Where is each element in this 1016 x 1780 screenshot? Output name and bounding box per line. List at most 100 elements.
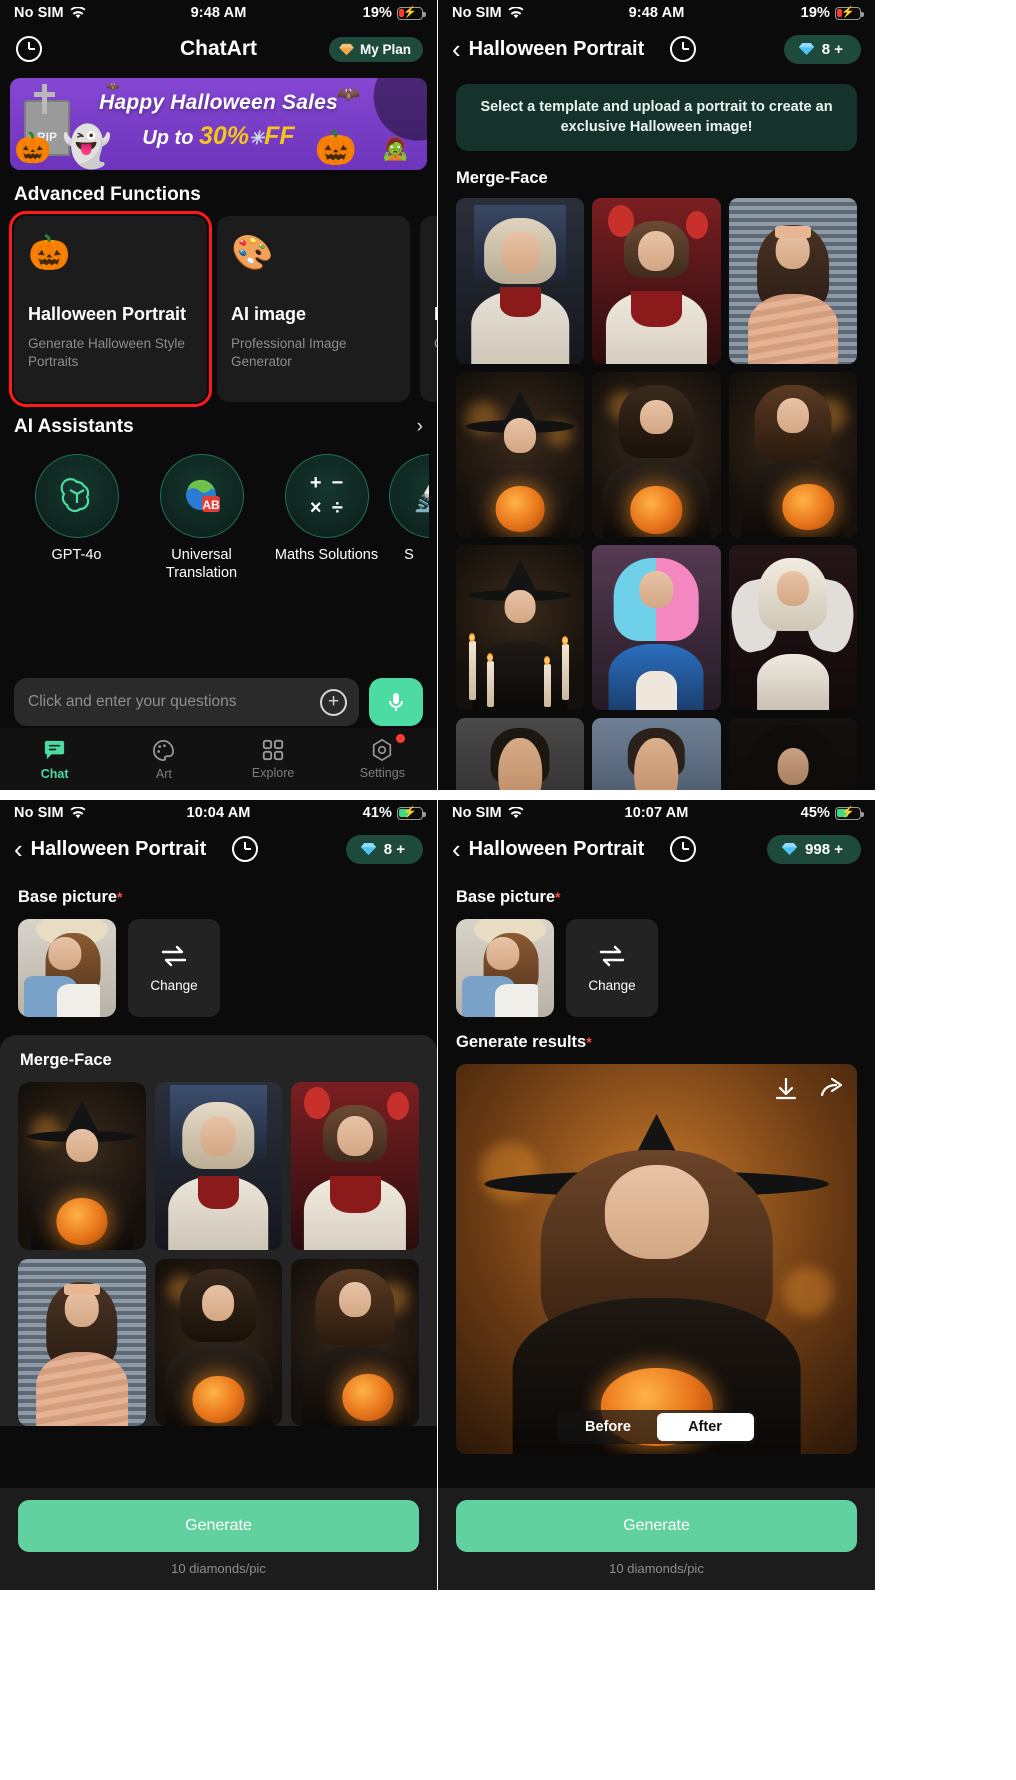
function-desc: Professional Image Generator: [231, 336, 347, 370]
merge-template-bride-stained-glass[interactable]: [154, 1082, 283, 1250]
assistant-partial[interactable]: 🔬 S: [389, 454, 429, 582]
tab-art[interactable]: Art: [109, 728, 218, 790]
base-picture-label: Base picture*: [0, 872, 437, 919]
function-card-partial[interactable]: 🖼 Im Ch: [420, 216, 437, 402]
openai-icon: [34, 454, 119, 538]
function-card-ai-image[interactable]: 🎨 AI image Professional Image Generator: [217, 216, 410, 402]
chat-composer: Click and enter your questions +: [0, 678, 437, 726]
template-mummy-blinds[interactable]: [728, 198, 857, 364]
change-base-picture-button[interactable]: Change: [128, 919, 220, 1017]
function-card-halloween-portrait[interactable]: 🎃 Halloween Portrait Generate Halloween …: [9, 211, 212, 407]
battery-icon: ⚡: [835, 6, 864, 20]
assistant-universal-translation[interactable]: AB Universal Translation: [139, 454, 264, 582]
banner-line-2: Up to 30%✳FF: [10, 122, 427, 151]
gear-icon: [373, 738, 392, 762]
template-bloody-balloons[interactable]: [592, 198, 721, 364]
status-bar-result: No SIM 10:07 AM 45% ⚡: [438, 800, 875, 826]
template-man-portrait-2[interactable]: [592, 718, 721, 790]
chat-input[interactable]: Click and enter your questions +: [14, 678, 359, 726]
template-pink-hair-harley[interactable]: [592, 544, 721, 711]
wifi-icon: [508, 7, 524, 19]
tab-settings[interactable]: Settings: [328, 728, 437, 790]
base-picture-thumbnail[interactable]: [18, 919, 116, 1017]
assistant-maths-solutions[interactable]: + − × ÷ Maths Solutions: [264, 454, 389, 582]
diamond-icon: [781, 843, 798, 855]
template-bride-stained-glass[interactable]: [456, 198, 585, 364]
tab-label: Explore: [251, 766, 295, 780]
coin-balance-button[interactable]: 8 +: [783, 34, 861, 64]
template-dark-witch-pumpkin[interactable]: [592, 371, 721, 537]
toggle-before[interactable]: Before: [560, 1413, 657, 1441]
nav-bar-templates: ‹ Halloween Portrait 8 +: [438, 26, 875, 72]
nav-bar-home: ChatArt My Plan: [0, 26, 437, 72]
tab-explore[interactable]: Explore: [219, 728, 328, 790]
base-picture-text: Base picture: [456, 888, 556, 906]
screen-templates: No SIM 9:48 AM 19% ⚡ ‹ Halloween Portrai…: [438, 0, 875, 790]
history-button[interactable]: [230, 834, 260, 864]
palette-icon: [153, 739, 175, 761]
generate-footer: Generate 10 diamonds/pic: [438, 1488, 875, 1590]
grid-icon: [262, 739, 284, 761]
ai-assistants-heading: AI Assistants: [14, 416, 134, 437]
assistant-label: Universal Translation: [165, 547, 238, 582]
page-title: ChatArt: [180, 37, 257, 60]
page-title: Halloween Portrait: [30, 837, 207, 860]
generated-result-image[interactable]: Before After: [456, 1064, 857, 1454]
function-title: Im: [434, 304, 437, 324]
plus-circle-icon[interactable]: +: [320, 688, 347, 716]
coin-balance-button[interactable]: 8 +: [345, 834, 423, 864]
assistant-label: S: [404, 547, 414, 563]
screen-result: No SIM 10:07 AM 45% ⚡ ‹ Halloween Portra…: [438, 800, 875, 1590]
required-asterisk: *: [555, 889, 561, 905]
microphone-button[interactable]: [369, 678, 423, 726]
chevron-right-icon[interactable]: ›: [417, 416, 423, 438]
base-picture-row: Change: [438, 919, 875, 1017]
screen-home: No SIM 9:48 AM 19% ⚡ ChatArt My Plan RIP…: [0, 0, 437, 790]
toggle-after[interactable]: After: [656, 1413, 754, 1441]
change-base-picture-button[interactable]: Change: [566, 919, 658, 1017]
coin-balance-button[interactable]: 998 +: [767, 834, 861, 864]
merge-template-witch-pumpkin-glow[interactable]: [291, 1258, 419, 1427]
base-picture-thumbnail[interactable]: [456, 919, 554, 1017]
before-after-toggle[interactable]: Before After: [556, 1410, 757, 1444]
template-man-portrait-1[interactable]: [456, 718, 585, 790]
share-button[interactable]: [817, 1074, 847, 1104]
tip-banner: Select a template and upload a portrait …: [456, 84, 857, 152]
merge-template-bloody-balloons[interactable]: [291, 1082, 419, 1250]
notification-badge: [396, 734, 405, 743]
assistant-gpt4o[interactable]: GPT-4o: [14, 454, 139, 582]
generate-button[interactable]: Generate: [456, 1500, 857, 1552]
svg-text:AB: AB: [202, 498, 220, 512]
template-angel-wings-white[interactable]: [728, 544, 857, 711]
chevron-left-icon[interactable]: ‹: [452, 36, 461, 62]
template-dark-figure[interactable]: [728, 718, 857, 790]
palette-icon: 🎨: [231, 234, 274, 272]
template-witch-candles[interactable]: [456, 544, 585, 711]
chevron-left-icon[interactable]: ‹: [452, 836, 461, 862]
download-button[interactable]: [771, 1074, 801, 1104]
function-desc: Generate Halloween Style Portraits: [28, 336, 185, 370]
tab-chat[interactable]: Chat: [0, 728, 109, 790]
merge-template-witch-hat-pumpkin[interactable]: [18, 1082, 146, 1250]
generate-button[interactable]: Generate: [18, 1500, 419, 1552]
base-picture-label: Base picture*: [438, 872, 875, 919]
generate-results-label: Generate results*: [438, 1017, 875, 1064]
generate-footer: Generate 10 diamonds/pic: [0, 1488, 437, 1590]
coin-count: 8 +: [821, 40, 843, 58]
template-witch-pumpkin-glow[interactable]: [728, 371, 857, 537]
function-title: AI image: [231, 304, 307, 324]
wifi-icon: [70, 7, 86, 19]
carrier-label: No SIM: [452, 5, 502, 21]
history-button[interactable]: [668, 34, 698, 64]
clock-icon: [670, 836, 697, 862]
merge-template-dark-witch-pumpkin[interactable]: [154, 1258, 283, 1427]
history-button[interactable]: [668, 834, 698, 864]
template-witch-hat-pumpkin[interactable]: [456, 371, 585, 537]
status-bar-home: No SIM 9:48 AM 19% ⚡: [0, 0, 437, 26]
required-asterisk: *: [586, 1034, 592, 1050]
battery-icon: ⚡: [397, 806, 426, 820]
promo-banner[interactable]: 🦇 🦇 🎃 👻 🎃 🧟 Happy Halloween Sales Up to …: [10, 78, 427, 170]
merge-template-mummy-blinds[interactable]: [18, 1258, 146, 1427]
chevron-left-icon[interactable]: ‹: [14, 836, 23, 862]
required-asterisk: *: [117, 889, 123, 905]
